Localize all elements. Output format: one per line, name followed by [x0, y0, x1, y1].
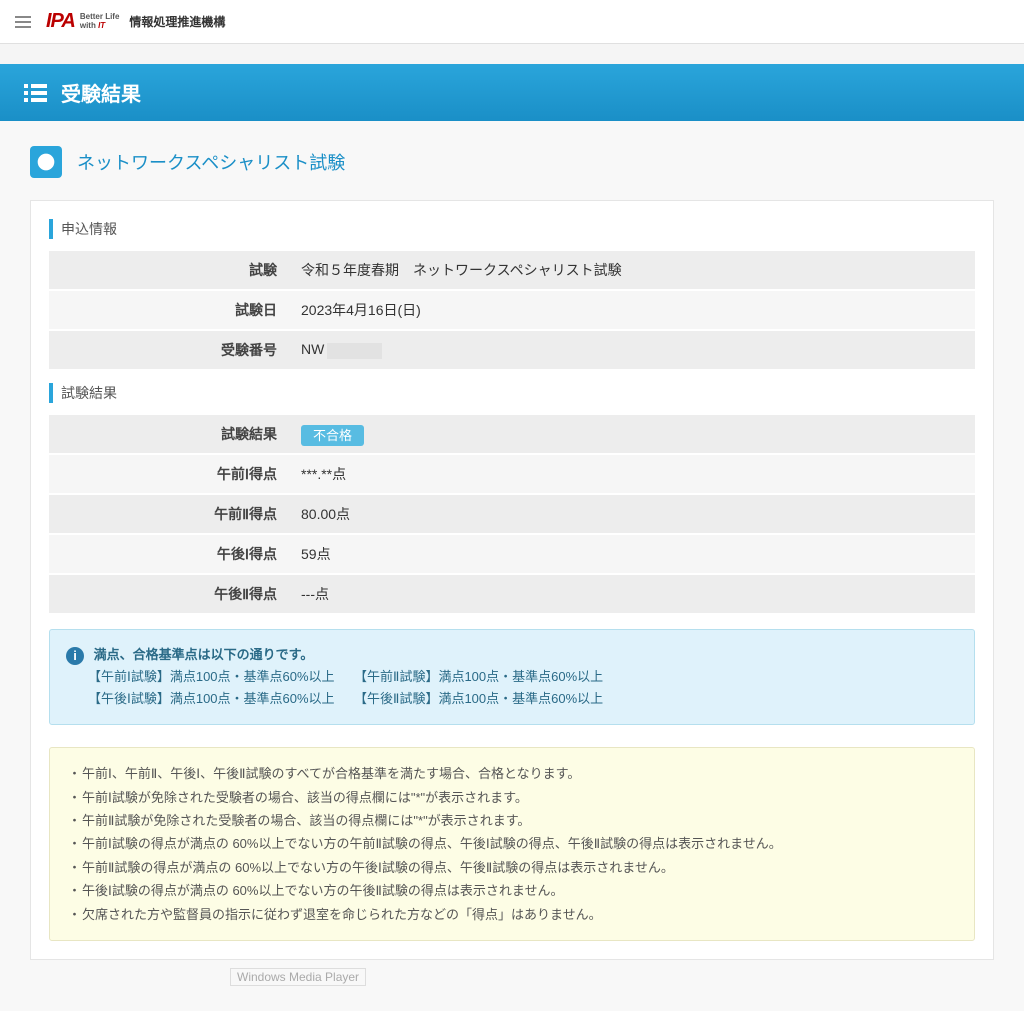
row-label: 受験番号 — [49, 330, 289, 370]
note-item: 午前Ⅰ、午前Ⅱ、午後Ⅰ、午後Ⅱ試験のすべてが合格基準を満たす場合、合格となります… — [68, 762, 956, 785]
table-row: 午前Ⅱ得点 80.00点 — [49, 494, 975, 534]
notes-box: 午前Ⅰ、午前Ⅱ、午後Ⅰ、午後Ⅱ試験のすべてが合格基準を満たす場合、合格となります… — [49, 747, 975, 941]
logo[interactable]: IPA Better Life with IT 情報処理推進機構 — [46, 10, 225, 33]
org-name: 情報処理推進機構 — [129, 13, 225, 30]
redacted-area: xxxx — [327, 343, 382, 359]
application-info-heading: 申込情報 — [49, 219, 975, 239]
row-value: 不合格 — [289, 415, 975, 454]
note-item: 午前Ⅰ試験の得点が満点の 60%以上でない方の午前Ⅱ試験の得点、午後Ⅰ試験の得点… — [68, 832, 956, 855]
row-label: 試験 — [49, 251, 289, 290]
page-title-bar: 受験結果 — [0, 64, 1024, 121]
exam-number-value: NWxxxx — [289, 330, 975, 370]
row-value: 令和５年度春期 ネットワークスペシャリスト試験 — [289, 251, 975, 290]
criteria-info-box: i 満点、合格基準点は以下の通りです。 【午前Ⅰ試験】満点100点・基準点60%… — [49, 629, 975, 725]
row-value: 2023年4月16日(日) — [289, 290, 975, 330]
exam-title: ネットワークスペシャリスト試験 — [77, 149, 345, 175]
content-area: ネットワークスペシャリスト試験 申込情報 試験 令和５年度春期 ネットワークスペ… — [0, 121, 1024, 1011]
result-badge: 不合格 — [301, 425, 364, 446]
hamburger-menu-icon[interactable] — [15, 16, 31, 28]
list-icon — [24, 84, 47, 102]
clock-icon — [30, 146, 62, 178]
row-value: 59点 — [289, 534, 975, 574]
row-label: 午前Ⅰ得点 — [49, 454, 289, 494]
result-table: 試験結果 不合格 午前Ⅰ得点 ***.**点 午前Ⅱ得点 80.00点 午後Ⅰ得… — [49, 415, 975, 615]
row-value: ***.**点 — [289, 454, 975, 494]
page-title: 受験結果 — [61, 78, 141, 107]
row-value: 80.00点 — [289, 494, 975, 534]
table-row: 午前Ⅰ得点 ***.**点 — [49, 454, 975, 494]
info-line: 【午後Ⅰ試験】満点100点・基準点60%以上 【午後Ⅱ試験】満点100点・基準点… — [66, 688, 958, 710]
table-row: 試験結果 不合格 — [49, 415, 975, 454]
info-icon: i — [66, 647, 84, 665]
row-label: 午後Ⅰ得点 — [49, 534, 289, 574]
table-row: 試験 令和５年度春期 ネットワークスペシャリスト試験 — [49, 251, 975, 290]
note-item: 欠席された方や監督員の指示に従わず退室を命じられた方などの「得点」はありません。 — [68, 903, 956, 926]
table-row: 午後Ⅱ得点 ---点 — [49, 574, 975, 614]
note-item: 午前Ⅰ試験が免除された受験者の場合、該当の得点欄には"*"が表示されます。 — [68, 786, 956, 809]
row-label: 午後Ⅱ得点 — [49, 574, 289, 614]
row-value: ---点 — [289, 574, 975, 614]
table-row: 試験日 2023年4月16日(日) — [49, 290, 975, 330]
top-header: IPA Better Life with IT 情報処理推進機構 — [0, 0, 1024, 44]
table-row: 午後Ⅰ得点 59点 — [49, 534, 975, 574]
info-heading: 満点、合格基準点は以下の通りです。 — [94, 647, 314, 662]
row-label: 試験日 — [49, 290, 289, 330]
row-label: 午前Ⅱ得点 — [49, 494, 289, 534]
section-header: ネットワークスペシャリスト試験 — [30, 146, 994, 178]
logo-tagline: Better Life with IT — [80, 13, 120, 31]
note-item: 午前Ⅱ試験の得点が満点の 60%以上でない方の午後Ⅰ試験の得点、午後Ⅱ試験の得点… — [68, 856, 956, 879]
bottom-label: Windows Media Player — [230, 968, 366, 986]
row-label: 試験結果 — [49, 415, 289, 454]
note-item: 午後Ⅰ試験の得点が満点の 60%以上でない方の午後Ⅱ試験の得点は表示されません。 — [68, 879, 956, 902]
logo-main: IPA — [46, 10, 75, 33]
result-heading: 試験結果 — [49, 383, 975, 403]
application-info-table: 試験 令和５年度春期 ネットワークスペシャリスト試験 試験日 2023年4月16… — [49, 251, 975, 371]
note-item: 午前Ⅱ試験が免除された受験者の場合、該当の得点欄には"*"が表示されます。 — [68, 809, 956, 832]
info-line: 【午前Ⅰ試験】満点100点・基準点60%以上 【午前Ⅱ試験】満点100点・基準点… — [66, 666, 958, 688]
table-row: 受験番号 NWxxxx — [49, 330, 975, 370]
results-card: 申込情報 試験 令和５年度春期 ネットワークスペシャリスト試験 試験日 2023… — [30, 200, 994, 960]
